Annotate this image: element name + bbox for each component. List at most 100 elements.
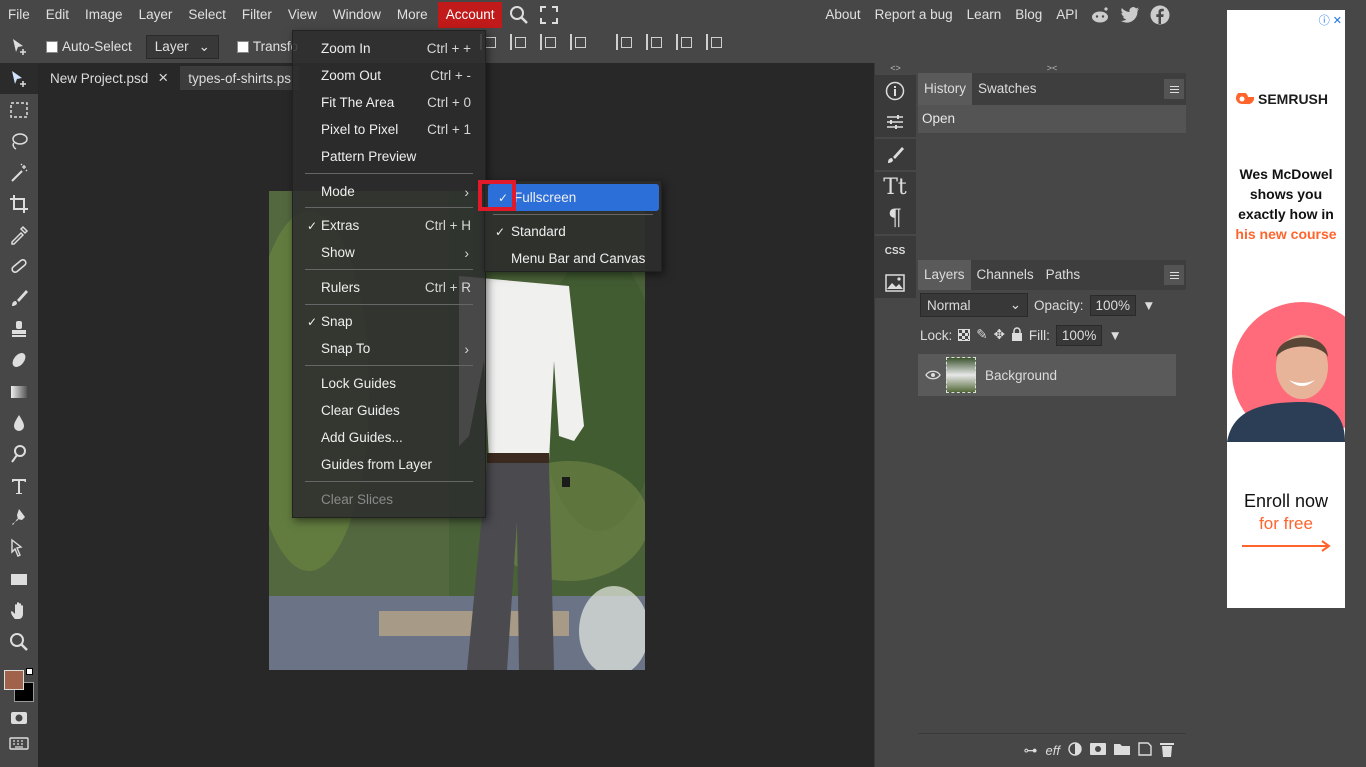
menu-select[interactable]: Select xyxy=(180,0,234,30)
menu-item-fit-area[interactable]: Fit The Area Ctrl + 0 xyxy=(293,89,487,116)
menu-file[interactable]: File xyxy=(0,0,38,30)
tab-paths[interactable]: Paths xyxy=(1040,260,1087,290)
foreground-color-swatch[interactable] xyxy=(4,670,24,690)
align-top-icon[interactable] xyxy=(616,34,632,50)
lock-brush-icon[interactable]: ✎ xyxy=(976,327,987,343)
submenu-item-menu-bar-canvas[interactable]: Menu Bar and Canvas xyxy=(485,245,663,272)
fullscreen-icon[interactable] xyxy=(534,0,564,30)
tab-layers[interactable]: Layers xyxy=(918,260,971,290)
tab-history[interactable]: History xyxy=(918,73,973,105)
menu-item-add-guides[interactable]: Add Guides... xyxy=(293,424,487,451)
new-group-icon[interactable] xyxy=(1114,743,1130,758)
align-right-icon[interactable] xyxy=(540,34,556,50)
expand-arrows-icon[interactable]: >< xyxy=(918,63,1186,73)
hand-tool-icon[interactable] xyxy=(0,595,38,626)
tab-new-project[interactable]: New Project.psd × xyxy=(42,66,176,90)
align-middle-icon[interactable] xyxy=(646,34,662,50)
submenu-item-standard[interactable]: ✓ Standard xyxy=(485,218,663,245)
path-select-icon[interactable] xyxy=(0,532,38,563)
move-tool-options-icon[interactable] xyxy=(0,30,38,63)
reddit-icon[interactable] xyxy=(1085,0,1115,30)
menu-item-zoom-in[interactable]: Zoom In Ctrl + + xyxy=(293,35,487,62)
fill-dropdown-icon[interactable]: ▼ xyxy=(1108,328,1121,343)
search-icon[interactable] xyxy=(504,0,534,30)
history-row-open[interactable]: Open xyxy=(918,105,1186,133)
distribute-h-icon[interactable] xyxy=(570,34,586,50)
menu-edit[interactable]: Edit xyxy=(38,0,77,30)
link-report-bug[interactable]: Report a bug xyxy=(868,0,960,30)
default-colors-icon[interactable] xyxy=(26,668,33,675)
menu-item-guides-from-layer[interactable]: Guides from Layer xyxy=(293,451,487,478)
lock-position-icon[interactable]: ✥ xyxy=(994,327,1005,343)
menu-item-lock-guides[interactable]: Lock Guides xyxy=(293,370,487,397)
layer-select[interactable]: Layer ⌄ xyxy=(145,34,219,59)
link-blog[interactable]: Blog xyxy=(1008,0,1049,30)
menu-item-rulers[interactable]: Rulers Ctrl + R xyxy=(293,274,487,301)
menu-item-mode[interactable]: Mode › xyxy=(293,178,487,205)
menu-item-snap-to[interactable]: Snap To › xyxy=(293,335,487,362)
menu-more[interactable]: More xyxy=(389,0,436,30)
distribute-v-icon[interactable] xyxy=(706,34,722,50)
adjustment-layer-icon[interactable] xyxy=(1068,742,1082,759)
layer-row-background[interactable]: Background xyxy=(918,354,1176,396)
menu-item-pixel-to-pixel[interactable]: Pixel to Pixel Ctrl + 1 xyxy=(293,116,487,143)
layer-mask-icon[interactable] xyxy=(1090,743,1106,758)
tab-channels[interactable]: Channels xyxy=(971,260,1040,290)
lock-transparency-icon[interactable] xyxy=(958,329,971,341)
brush-settings-icon[interactable] xyxy=(875,139,915,170)
twitter-icon[interactable] xyxy=(1115,0,1145,30)
lasso-tool-icon[interactable] xyxy=(0,126,38,157)
tab-types-of-shirts[interactable]: types-of-shirts.ps xyxy=(180,66,300,90)
new-layer-icon[interactable] xyxy=(1138,742,1152,759)
rectangle-tool-icon[interactable] xyxy=(0,564,38,595)
panel-menu-icon[interactable] xyxy=(1164,79,1184,99)
menu-item-extras[interactable]: ✓ Extras Ctrl + H xyxy=(293,212,487,239)
magic-wand-icon[interactable] xyxy=(0,157,38,188)
menu-filter[interactable]: Filter xyxy=(234,0,280,30)
menu-window[interactable]: Window xyxy=(325,0,389,30)
zoom-tool-icon[interactable] xyxy=(0,626,38,657)
delete-layer-icon[interactable] xyxy=(1160,742,1174,760)
layers-panel-menu-icon[interactable] xyxy=(1164,265,1184,285)
ad-info-icon[interactable]: ⓘ ✕ xyxy=(1319,12,1342,28)
gradient-tool-icon[interactable] xyxy=(0,376,38,407)
eye-icon[interactable] xyxy=(920,368,946,383)
dodge-tool-icon[interactable] xyxy=(0,439,38,470)
menu-item-snap[interactable]: ✓ Snap xyxy=(293,308,487,335)
tab-swatches[interactable]: Swatches xyxy=(972,73,1043,105)
keyboard-icon[interactable] xyxy=(0,727,38,758)
transform-controls-checkbox[interactable]: Transfo xyxy=(236,39,298,54)
character-icon[interactable]: Tt xyxy=(875,172,915,203)
auto-select-checkbox[interactable]: Auto-Select xyxy=(46,39,132,54)
collapse-arrows-icon[interactable]: <> xyxy=(875,63,916,73)
image-icon[interactable] xyxy=(875,267,915,298)
link-about[interactable]: About xyxy=(818,0,867,30)
facebook-icon[interactable] xyxy=(1145,0,1175,30)
menu-image[interactable]: Image xyxy=(77,0,131,30)
align-bottom-icon[interactable] xyxy=(676,34,692,50)
fill-input[interactable]: 100% xyxy=(1055,324,1103,346)
menu-layer[interactable]: Layer xyxy=(131,0,181,30)
menu-item-clear-guides[interactable]: Clear Guides xyxy=(293,397,487,424)
opacity-input[interactable]: 100% xyxy=(1089,294,1137,316)
pen-tool-icon[interactable] xyxy=(0,501,38,532)
blend-mode-select[interactable]: Normal ⌄ xyxy=(920,293,1028,317)
close-icon[interactable]: × xyxy=(158,68,168,88)
color-swatches[interactable] xyxy=(2,668,38,704)
advertisement[interactable]: ⓘ ✕ SEMRUSH Wes McDowel shows you exactl… xyxy=(1227,10,1345,608)
menu-view[interactable]: View xyxy=(280,0,325,30)
align-center-h-icon[interactable] xyxy=(510,34,526,50)
move-tool-icon[interactable] xyxy=(0,63,38,95)
eyedropper-icon[interactable] xyxy=(0,219,38,250)
healing-brush-icon[interactable] xyxy=(0,251,38,282)
marquee-tool-icon[interactable] xyxy=(0,94,38,125)
lock-all-icon[interactable] xyxy=(1011,326,1023,344)
menu-account[interactable]: Account xyxy=(437,2,503,28)
blur-tool-icon[interactable] xyxy=(0,407,38,438)
auto-select-box[interactable] xyxy=(46,40,58,53)
eraser-tool-icon[interactable] xyxy=(0,345,38,376)
menu-item-pattern-preview[interactable]: Pattern Preview xyxy=(293,143,487,170)
link-learn[interactable]: Learn xyxy=(960,0,1009,30)
opacity-dropdown-icon[interactable]: ▼ xyxy=(1142,298,1155,313)
transform-box[interactable] xyxy=(236,40,249,53)
